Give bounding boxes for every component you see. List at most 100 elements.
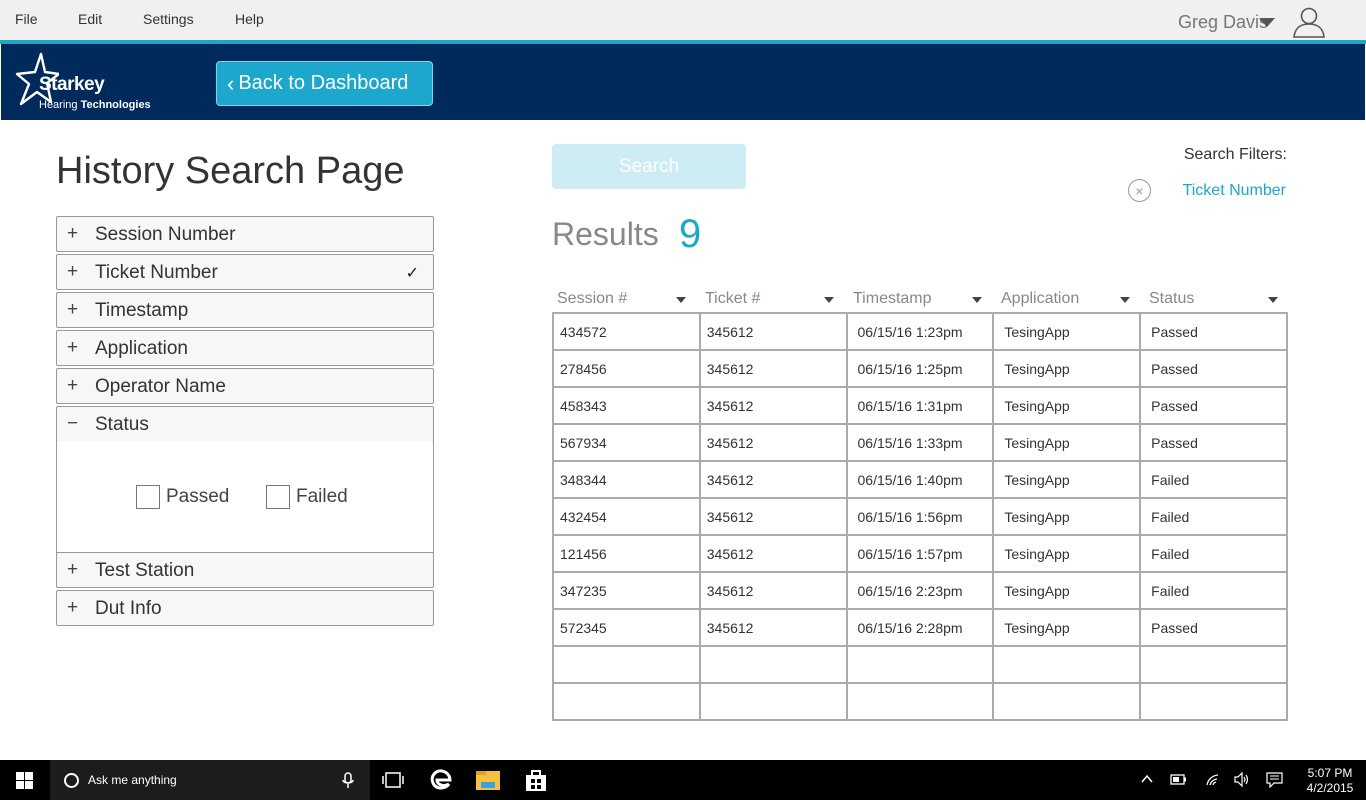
menu-help[interactable]: Help: [235, 11, 264, 27]
column-header-application[interactable]: Application: [1001, 290, 1079, 308]
filter-ticket-number[interactable]: + Ticket Number ✓: [56, 254, 434, 290]
cell-timestamp: 06/15/16 1:57pm: [845, 534, 995, 573]
cell-session: 458343: [552, 386, 701, 425]
filter-label: Timestamp: [95, 300, 189, 321]
system-clock[interactable]: 5:07 PM 4/2/2015: [1300, 766, 1360, 796]
cell-session: [552, 682, 701, 721]
checkmark-icon: ✓: [405, 265, 419, 282]
cell-timestamp: 06/15/16 1:56pm: [845, 497, 995, 536]
table-row[interactable]: 121456 345612 06/15/16 1:57pm TesingApp Fail…: [552, 534, 1288, 573]
cell-application: [992, 682, 1142, 721]
column-header-ticket[interactable]: Ticket #: [705, 290, 760, 308]
collapse-icon: −: [67, 413, 79, 434]
menu-file[interactable]: File: [15, 11, 38, 27]
cell-session: 278456: [552, 349, 701, 388]
user-avatar-icon[interactable]: [1292, 6, 1326, 38]
cell-status: Passed: [1139, 349, 1288, 388]
table-row[interactable]: 434572 345612 06/15/16 1:23pm TesingApp Pass…: [552, 312, 1288, 351]
cell-application: TesingApp: [992, 534, 1142, 573]
cell-application: TesingApp: [992, 386, 1142, 425]
cell-ticket: 345612: [698, 386, 848, 425]
back-to-dashboard-button[interactable]: ‹ Back to Dashboard: [216, 61, 433, 106]
table-row[interactable]: 572345 345612 06/15/16 2:28pm TesingApp Pass…: [552, 608, 1288, 647]
sort-caret-icon[interactable]: [824, 297, 834, 303]
action-center-icon[interactable]: [1266, 772, 1283, 788]
table-row[interactable]: 278456 345612 06/15/16 1:25pm TesingApp Pass…: [552, 349, 1288, 388]
edge-browser-icon[interactable]: [428, 768, 454, 792]
sort-caret-icon[interactable]: [972, 297, 982, 303]
filter-session-number[interactable]: + Session Number: [56, 216, 434, 252]
cell-status: Failed: [1139, 571, 1288, 610]
passed-option[interactable]: Passed: [136, 485, 229, 509]
results-table: Session # Ticket # Timestamp Application…: [552, 287, 1288, 721]
back-button-label: Back to Dashboard: [238, 72, 409, 94]
wifi-icon[interactable]: [1205, 773, 1220, 787]
cell-application: TesingApp: [992, 608, 1142, 647]
passed-checkbox[interactable]: [136, 485, 160, 509]
cell-session: 567934: [552, 423, 701, 462]
active-filter-ticket-number[interactable]: Ticket Number: [1183, 182, 1286, 200]
store-icon[interactable]: [523, 768, 549, 792]
table-row[interactable]: 567934 345612 06/15/16 1:33pm TesingApp Pass…: [552, 423, 1288, 462]
failed-checkbox[interactable]: [266, 485, 290, 509]
cell-timestamp: 06/15/16 1:33pm: [845, 423, 995, 462]
sort-caret-icon[interactable]: [676, 297, 686, 303]
expand-icon: +: [67, 559, 79, 580]
clock-time: 5:07 PM: [1307, 766, 1353, 780]
filter-status[interactable]: − Status: [56, 406, 434, 442]
chevron-up-icon[interactable]: [1141, 774, 1153, 784]
cell-application: TesingApp: [992, 349, 1142, 388]
windows-start-icon[interactable]: [16, 772, 33, 789]
filter-timestamp[interactable]: + Timestamp: [56, 292, 434, 328]
filter-test-station[interactable]: + Test Station: [56, 552, 434, 588]
column-header-session[interactable]: Session #: [557, 290, 627, 308]
cell-status: Failed: [1139, 460, 1288, 499]
filter-application[interactable]: + Application: [56, 330, 434, 366]
starkey-logo: Starkey Hearing Technologies: [15, 52, 155, 112]
expand-icon: +: [67, 261, 79, 282]
cell-ticket: 345612: [698, 534, 848, 573]
column-header-status[interactable]: Status: [1149, 290, 1194, 308]
cell-status: Passed: [1139, 423, 1288, 462]
cell-status: Failed: [1139, 497, 1288, 536]
filter-dut-info[interactable]: + Dut Info: [56, 590, 434, 626]
search-button[interactable]: Search: [552, 144, 746, 189]
table-row[interactable]: 432454 345612 06/15/16 1:56pm TesingApp Fail…: [552, 497, 1288, 536]
table-row[interactable]: [552, 645, 1288, 684]
cell-timestamp: 06/15/16 1:40pm: [845, 460, 995, 499]
user-name[interactable]: Greg Davis: [1178, 12, 1268, 33]
cell-session: [552, 645, 701, 684]
cell-application: TesingApp: [992, 423, 1142, 462]
cell-timestamp: [845, 645, 995, 684]
cell-session: 432454: [552, 497, 701, 536]
cell-session: 347235: [552, 571, 701, 610]
cell-timestamp: [845, 682, 995, 721]
results-grid: 434572 345612 06/15/16 1:23pm TesingApp Pass…: [552, 312, 1288, 721]
microphone-icon[interactable]: [342, 772, 354, 789]
filter-label: Test Station: [95, 560, 195, 581]
results-count: 9: [679, 212, 702, 256]
failed-option[interactable]: Failed: [266, 485, 348, 509]
file-explorer-icon[interactable]: [475, 768, 501, 792]
filter-label: Session Number: [95, 224, 236, 245]
battery-icon[interactable]: [1170, 774, 1187, 785]
cortana-search-box[interactable]: Ask me anything: [50, 760, 370, 800]
table-row[interactable]: 348344 345612 06/15/16 1:40pm TesingApp Fail…: [552, 460, 1288, 499]
task-view-icon[interactable]: [380, 768, 406, 792]
cell-ticket: 345612: [698, 571, 848, 610]
app-header: Starkey Hearing Technologies ‹ Back to D…: [1, 44, 1365, 120]
chevron-down-icon[interactable]: [1259, 18, 1275, 27]
clear-filter-icon[interactable]: ×: [1128, 179, 1151, 202]
menu-edit[interactable]: Edit: [78, 11, 102, 27]
column-header-timestamp[interactable]: Timestamp: [853, 290, 932, 308]
cell-session: 121456: [552, 534, 701, 573]
sort-caret-icon[interactable]: [1120, 297, 1130, 303]
table-row[interactable]: 458343 345612 06/15/16 1:31pm TesingApp Pass…: [552, 386, 1288, 425]
table-row[interactable]: 347235 345612 06/15/16 2:23pm TesingApp Fail…: [552, 571, 1288, 610]
volume-icon[interactable]: [1234, 772, 1250, 787]
filter-operator-name[interactable]: + Operator Name: [56, 368, 434, 404]
menu-settings[interactable]: Settings: [143, 11, 194, 27]
cell-ticket: 345612: [698, 497, 848, 536]
sort-caret-icon[interactable]: [1268, 297, 1278, 303]
table-row[interactable]: [552, 682, 1288, 721]
